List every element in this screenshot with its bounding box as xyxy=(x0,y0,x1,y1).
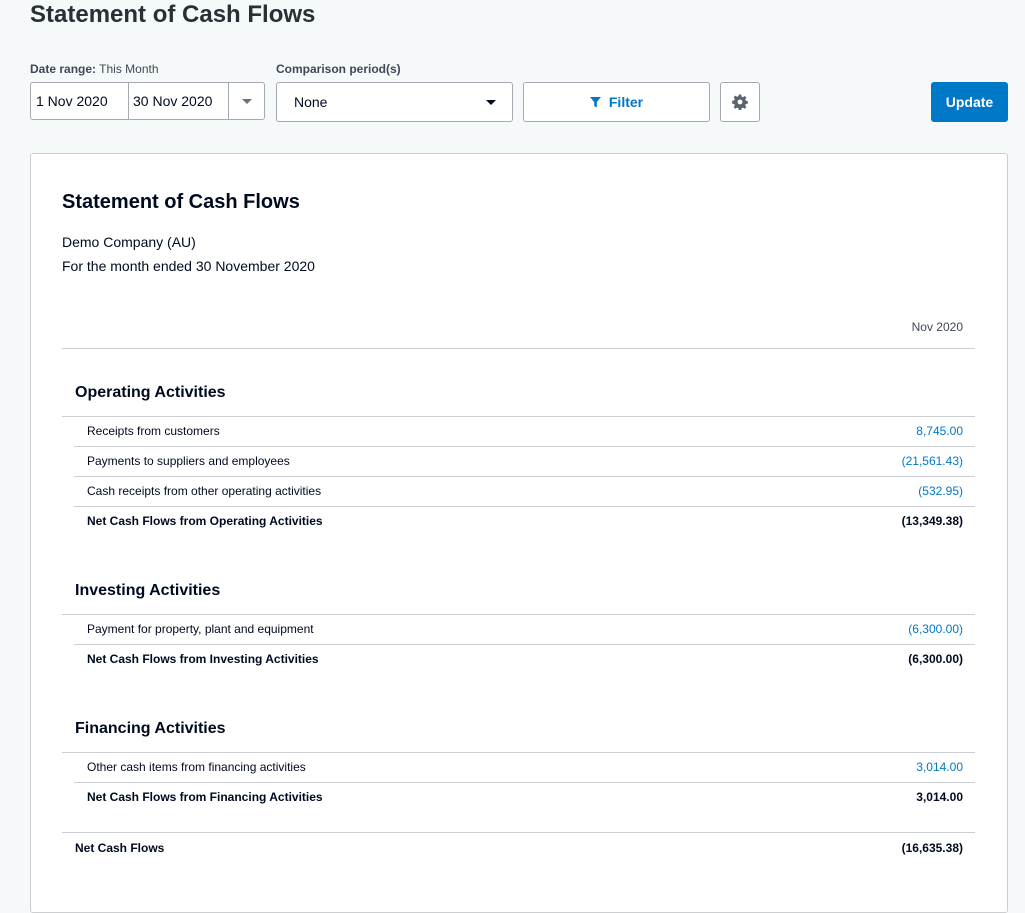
comparison-period-value: None xyxy=(294,94,328,110)
total-value: (6,300.00) xyxy=(908,652,963,666)
grand-total-value: (16,635.38) xyxy=(901,841,963,855)
row-value-link[interactable]: 8,745.00 xyxy=(916,424,963,438)
table-row: Payment for property, plant and equipmen… xyxy=(87,614,963,644)
row-label: Cash receipts from other operating activ… xyxy=(87,484,322,498)
total-label: Net Cash Flows from Financing Activities xyxy=(87,790,323,804)
row-value-link[interactable]: (6,300.00) xyxy=(908,622,963,636)
total-row-financing: Net Cash Flows from Financing Activities… xyxy=(87,782,963,812)
total-row-operating: Net Cash Flows from Operating Activities… xyxy=(87,506,963,536)
table-row: Cash receipts from other operating activ… xyxy=(87,476,963,506)
update-button[interactable]: Update xyxy=(931,82,1008,122)
row-value-link[interactable]: 3,014.00 xyxy=(916,760,963,774)
comparison-label: Comparison period(s) xyxy=(276,62,401,76)
date-range-value: This Month xyxy=(99,62,159,76)
grand-total-row: Net Cash Flows (16,635.38) xyxy=(75,833,963,863)
end-date-input[interactable]: 30 Nov 2020 xyxy=(129,83,229,119)
section-title-investing: Investing Activities xyxy=(75,582,221,599)
row-label: Other cash items from financing activiti… xyxy=(87,760,306,774)
table-row: Other cash items from financing activiti… xyxy=(87,752,963,782)
row-label: Receipts from customers xyxy=(87,424,220,438)
divider xyxy=(62,348,975,349)
chevron-down-icon xyxy=(241,98,252,104)
page-title: Statement of Cash Flows xyxy=(30,1,316,28)
table-row: Payments to suppliers and employees (21,… xyxy=(87,446,963,476)
total-value: 3,014.00 xyxy=(916,790,963,804)
grand-total-label: Net Cash Flows xyxy=(75,841,165,855)
total-label: Net Cash Flows from Operating Activities xyxy=(87,514,323,528)
section-title-financing: Financing Activities xyxy=(75,720,226,737)
date-range-label-text: Date range: xyxy=(30,62,97,76)
date-range-picker: 1 Nov 2020 30 Nov 2020 xyxy=(30,82,265,120)
row-value-link[interactable]: (21,561.43) xyxy=(902,454,963,468)
row-label: Payments to suppliers and employees xyxy=(87,454,290,468)
row-label: Payment for property, plant and equipmen… xyxy=(87,622,314,636)
date-range-label: Date range: This Month xyxy=(30,62,159,76)
date-range-dropdown-button[interactable] xyxy=(229,83,264,119)
total-label: Net Cash Flows from Investing Activities xyxy=(87,652,319,666)
company-name: Demo Company (AU) xyxy=(62,234,196,250)
chevron-down-icon xyxy=(486,99,496,105)
report-title: Statement of Cash Flows xyxy=(62,191,300,213)
section-title-operating: Operating Activities xyxy=(75,384,226,401)
column-header-nov-2020: Nov 2020 xyxy=(911,320,963,334)
report-panel: Statement of Cash Flows Demo Company (AU… xyxy=(30,153,1008,913)
table-row: Receipts from customers 8,745.00 xyxy=(87,416,963,446)
gear-icon xyxy=(732,94,748,110)
filter-button[interactable]: Filter xyxy=(523,82,710,122)
total-row-investing: Net Cash Flows from Investing Activities… xyxy=(87,644,963,674)
row-value-link[interactable]: (532.95) xyxy=(918,484,963,498)
filter-button-label: Filter xyxy=(608,94,644,110)
report-period: For the month ended 30 November 2020 xyxy=(62,258,315,274)
filter-icon xyxy=(589,96,601,107)
settings-button[interactable] xyxy=(720,82,760,122)
total-value: (13,349.38) xyxy=(901,514,963,528)
comparison-period-select[interactable]: None xyxy=(276,82,513,122)
start-date-input[interactable]: 1 Nov 2020 xyxy=(31,83,129,119)
